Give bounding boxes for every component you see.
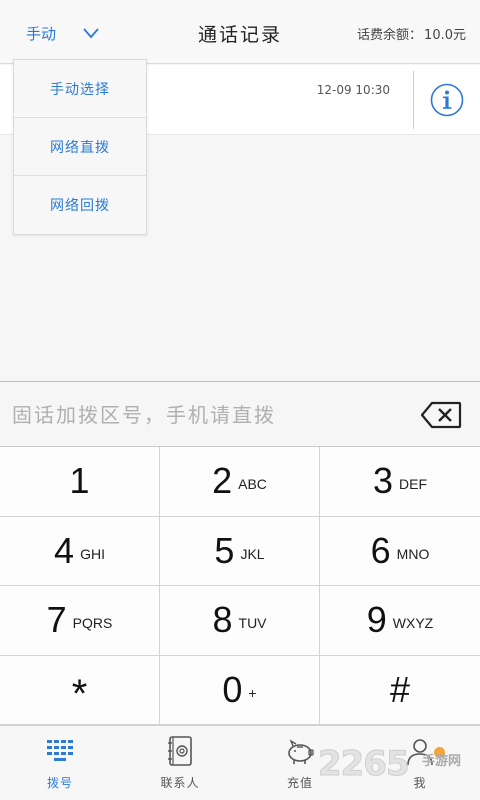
- tab-recharge[interactable]: 充值: [240, 726, 360, 800]
- key-letters: ABC: [238, 476, 267, 493]
- tab-dial[interactable]: 拨号: [0, 726, 120, 800]
- key-2[interactable]: 2 ABC: [160, 447, 320, 517]
- key-hash[interactable]: #: [320, 655, 480, 725]
- key-letters: GHI: [80, 545, 105, 562]
- key-digit: 6: [370, 529, 391, 571]
- key-digit: 8: [212, 599, 233, 641]
- piggy-bank-icon: [288, 739, 314, 764]
- key-4[interactable]: 4 GHI: [0, 516, 160, 586]
- tab-contacts[interactable]: 联系人: [120, 726, 240, 800]
- key-digit: 1: [69, 460, 90, 502]
- key-letters: DEF: [399, 476, 428, 493]
- user-icon: [407, 739, 433, 766]
- menu-item-callback[interactable]: 网络回拨: [14, 176, 146, 234]
- balance-display: 话费余额： 10.0元: [357, 24, 466, 43]
- key-0[interactable]: 0 +: [160, 655, 320, 725]
- balance-label: 话费余额：: [357, 28, 423, 43]
- top-bar: 手动 通话记录 话费余额： 10.0元: [0, 0, 480, 64]
- bottom-tab-bar: 拨号 联系人 充值 我: [0, 725, 480, 800]
- tab-label: 我: [413, 776, 427, 790]
- dial-mode-menu: 手动选择 网络直拨 网络回拨: [13, 59, 147, 235]
- key-9[interactable]: 9 WXYZ: [320, 586, 480, 656]
- key-letters: PQRS: [72, 615, 113, 632]
- dialer-screen: 手动 通话记录 话费余额： 10.0元 12-09 10:30 手动选择 网络直拨…: [0, 0, 480, 800]
- key-letters: JKL: [240, 545, 265, 562]
- contacts-book-icon: [168, 736, 192, 766]
- key-letters: +: [248, 684, 257, 701]
- tab-label: 充值: [286, 776, 313, 790]
- menu-item-direct-call[interactable]: 网络直拨: [14, 118, 146, 176]
- key-digit: 9: [366, 599, 387, 641]
- key-digit: #: [389, 668, 411, 710]
- tab-label: 联系人: [160, 776, 200, 790]
- number-display: [0, 381, 480, 447]
- tab-me[interactable]: 我: [360, 726, 480, 800]
- key-digit: 2: [212, 460, 233, 502]
- key-digit: 7: [46, 599, 67, 641]
- key-6[interactable]: 6 MNO: [320, 516, 480, 586]
- key-digit: *: [71, 672, 88, 717]
- key-digit: 5: [214, 529, 235, 571]
- phone-number-input[interactable]: [12, 398, 392, 432]
- dialpad-icon: [47, 740, 73, 761]
- key-5[interactable]: 5 JKL: [160, 516, 320, 586]
- call-time: 12-09 10:30: [316, 83, 390, 97]
- dial-keypad: 1 2 ABC 3 DEF 4 GHI 5 JKL 6 MNO 7 PQRS 8…: [0, 447, 480, 725]
- menu-item-manual[interactable]: 手动选择: [14, 60, 146, 118]
- row-divider: [413, 71, 414, 129]
- key-digit: 3: [372, 460, 394, 502]
- tab-label: 拨号: [46, 776, 73, 790]
- backspace-icon[interactable]: [420, 401, 462, 429]
- balance-value: 10.0元: [424, 28, 466, 43]
- key-7[interactable]: 7 PQRS: [0, 586, 160, 656]
- key-digit: 0: [222, 668, 243, 710]
- key-letters: MNO: [396, 545, 430, 562]
- key-8[interactable]: 8 TUV: [160, 586, 320, 656]
- key-letters: TUV: [238, 615, 267, 632]
- key-star[interactable]: *: [0, 655, 160, 725]
- key-1[interactable]: 1: [0, 447, 160, 517]
- key-3[interactable]: 3 DEF: [320, 447, 480, 517]
- info-icon[interactable]: [430, 83, 464, 117]
- key-digit: 4: [54, 529, 75, 571]
- key-letters: WXYZ: [392, 615, 434, 632]
